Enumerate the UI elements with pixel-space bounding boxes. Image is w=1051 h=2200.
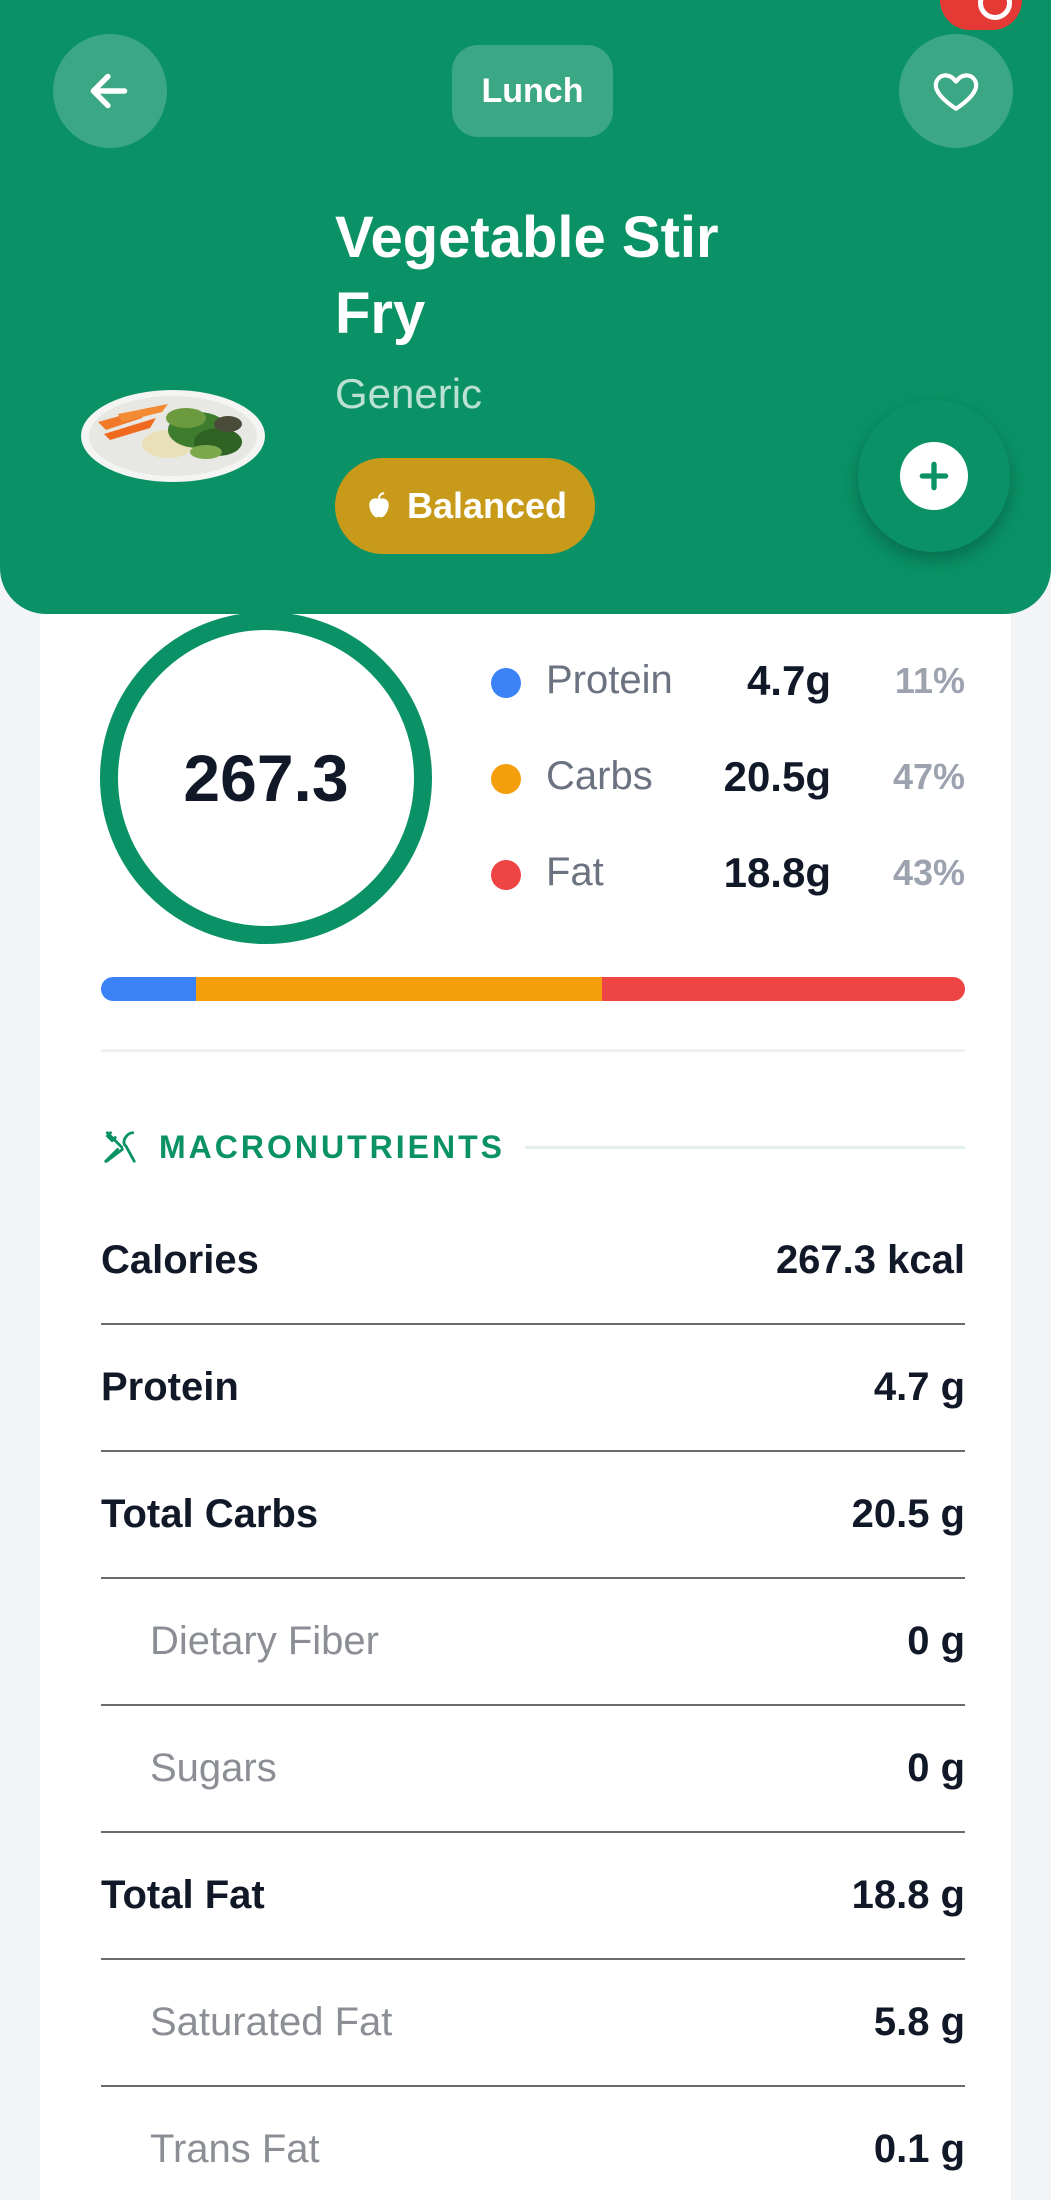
favorite-button[interactable] [899, 34, 1013, 148]
macro-row-protein: Protein 4.7g 11% [488, 640, 968, 736]
macro-name: Fat [546, 850, 604, 894]
add-button-circle [900, 442, 968, 510]
nutrient-label: Sugars [150, 1746, 277, 1790]
calorie-value: 267.3 [183, 741, 349, 815]
macro-grams: 18.8g [723, 849, 831, 896]
macro-color-dot [491, 860, 521, 890]
nutrient-value: 0 g [907, 1619, 965, 1663]
apple-icon [369, 492, 389, 518]
nutrient-label: Trans Fat [150, 2127, 320, 2171]
utensils-icon [104, 1131, 136, 1163]
nutrition-table: Calories 267.3 kcal Protein 4.7 g Total Carb… [101, 1198, 965, 2200]
food-brand: Generic [335, 370, 483, 417]
macro-name: Protein [546, 658, 673, 702]
macro-bar-segment-carbs [196, 977, 603, 1001]
section-divider [101, 1049, 965, 1052]
nutrient-label: Total Carbs [101, 1492, 319, 1536]
nutrient-row: Calories 267.3 kcal [101, 1198, 965, 1325]
section-title: MACRONUTRIENTS [159, 1128, 505, 1165]
macro-legend: Protein 4.7g 11% Carbs 20.5g 47% Fat 18.… [488, 640, 968, 928]
macro-color-dot [491, 764, 521, 794]
nutrient-row: Protein 4.7 g [101, 1325, 965, 1452]
macro-percent: 47% [892, 756, 965, 797]
nutrient-value: 0 g [907, 1746, 965, 1790]
heart-icon [933, 73, 979, 111]
macro-color-dot [491, 668, 521, 698]
macro-distribution-bar [101, 977, 965, 1001]
arrow-left-icon [90, 73, 128, 109]
section-title-line [524, 1145, 965, 1149]
macro-percent: 43% [892, 852, 965, 893]
macro-bar-segment-protein [101, 977, 197, 1001]
macro-name: Carbs [546, 754, 653, 798]
plus-icon [919, 461, 949, 491]
nutrient-value: 4.7 g [873, 1365, 965, 1409]
food-header: Lunch Vegetable Stir Fry Generic Balance… [0, 0, 1051, 614]
macro-bar-segment-fat [602, 977, 965, 1001]
nutrient-row: Total Carbs 20.5 g [101, 1452, 965, 1579]
nutrient-row: Saturated Fat 5.8 g [101, 1960, 965, 2087]
food-image [81, 390, 265, 482]
nutrient-label: Dietary Fiber [150, 1619, 379, 1663]
macro-percent: 11% [894, 660, 965, 701]
macro-row-fat: Fat 18.8g 43% [488, 832, 968, 928]
meal-type-chip[interactable]: Lunch [452, 45, 613, 137]
nutrient-value: 267.3 kcal [775, 1238, 965, 1282]
diet-badge: Balanced [335, 458, 595, 554]
nutrient-label: Protein [101, 1365, 239, 1409]
nutrient-label: Calories [101, 1238, 259, 1282]
macro-grams: 4.7g [746, 657, 831, 704]
back-button[interactable] [53, 34, 167, 148]
nutrient-value: 20.5 g [851, 1492, 965, 1536]
macro-row-carbs: Carbs 20.5g 47% [488, 736, 968, 832]
add-food-button[interactable] [858, 400, 1010, 552]
nutrient-row: Total Fat 18.8 g [101, 1833, 965, 1960]
nutrient-label: Saturated Fat [150, 2000, 393, 2044]
nutrient-row: Sugars 0 g [101, 1706, 965, 1833]
calorie-ring: 267.3 [100, 612, 432, 944]
nutrient-value: 5.8 g [873, 2000, 965, 2044]
macro-grams: 20.5g [723, 753, 831, 800]
diet-badge-label: Balanced [406, 485, 568, 526]
nutrient-row: Dietary Fiber 0 g [101, 1579, 965, 1706]
nutrient-label: Total Fat [101, 1873, 265, 1917]
nutrient-value: 18.8 g [851, 1873, 965, 1917]
food-title: Vegetable Stir Fry [335, 205, 719, 346]
nutrient-value: 0.1 g [873, 2127, 965, 2171]
section-header: MACRONUTRIENTS [101, 1122, 965, 1172]
nutrient-row: Trans Fat 0.1 g [101, 2087, 965, 2200]
